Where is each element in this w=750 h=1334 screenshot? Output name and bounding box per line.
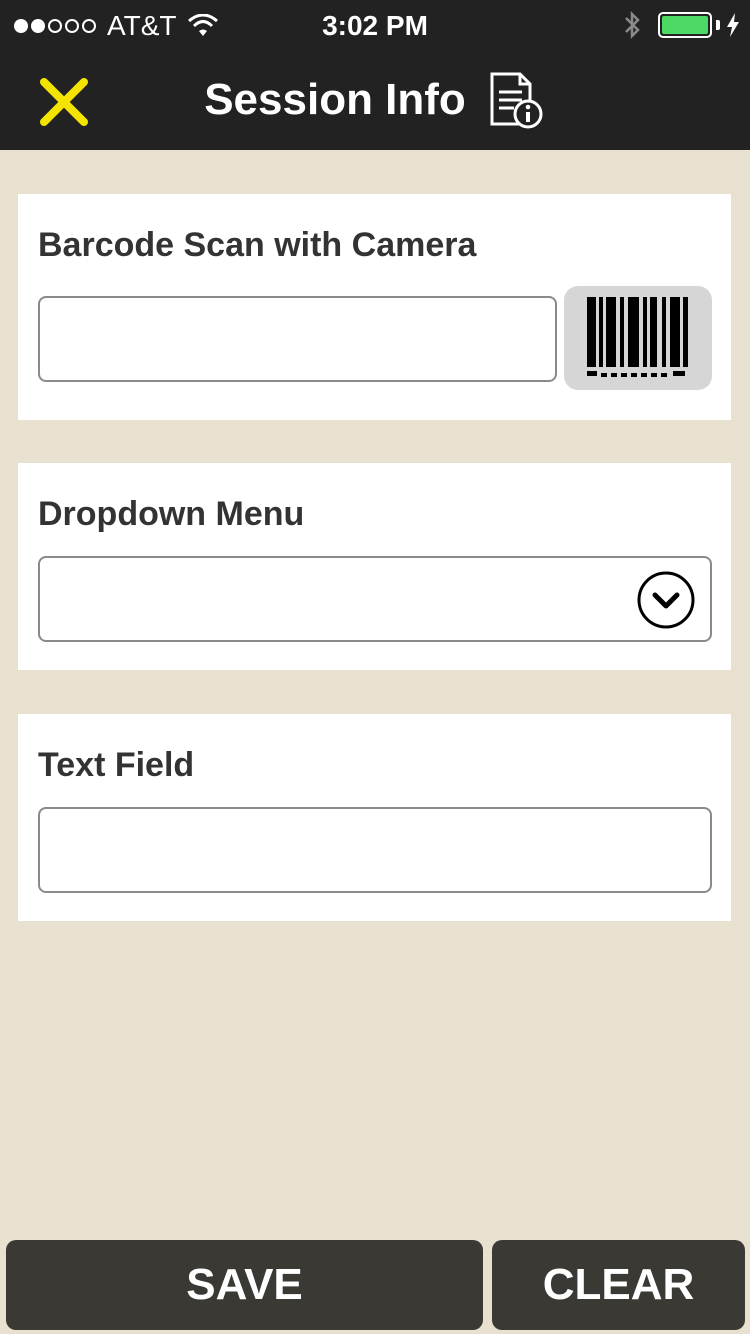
text-field-card: Text Field	[18, 714, 731, 921]
barcode-input[interactable]	[38, 296, 557, 382]
nav-title-group: Session Info	[0, 50, 750, 150]
dropdown-label: Dropdown Menu	[38, 495, 305, 533]
dropdown-select[interactable]	[38, 556, 712, 642]
bluetooth-icon	[625, 10, 640, 40]
scan-barcode-button[interactable]	[564, 286, 712, 390]
chevron-down-icon[interactable]	[636, 570, 696, 630]
dropdown-card: Dropdown Menu	[18, 463, 731, 670]
text-field-label: Text Field	[38, 746, 195, 784]
status-bar: AT&T 3:02 PM	[0, 0, 750, 50]
charging-bolt-icon	[727, 13, 739, 37]
document-info-icon[interactable]	[486, 70, 546, 130]
barcode-card: Barcode Scan with Camera	[18, 194, 731, 420]
text-input[interactable]	[38, 807, 712, 893]
nav-bar: Session Info	[0, 50, 750, 150]
barcode-label: Barcode Scan with Camera	[38, 226, 477, 264]
battery-icon	[658, 12, 712, 38]
save-button[interactable]: SAVE	[6, 1240, 483, 1330]
page-title: Session Info	[204, 75, 466, 124]
status-right	[622, 10, 740, 40]
battery-tip	[716, 20, 720, 30]
barcode-icon	[587, 297, 688, 377]
clear-button[interactable]: CLEAR	[492, 1240, 745, 1330]
